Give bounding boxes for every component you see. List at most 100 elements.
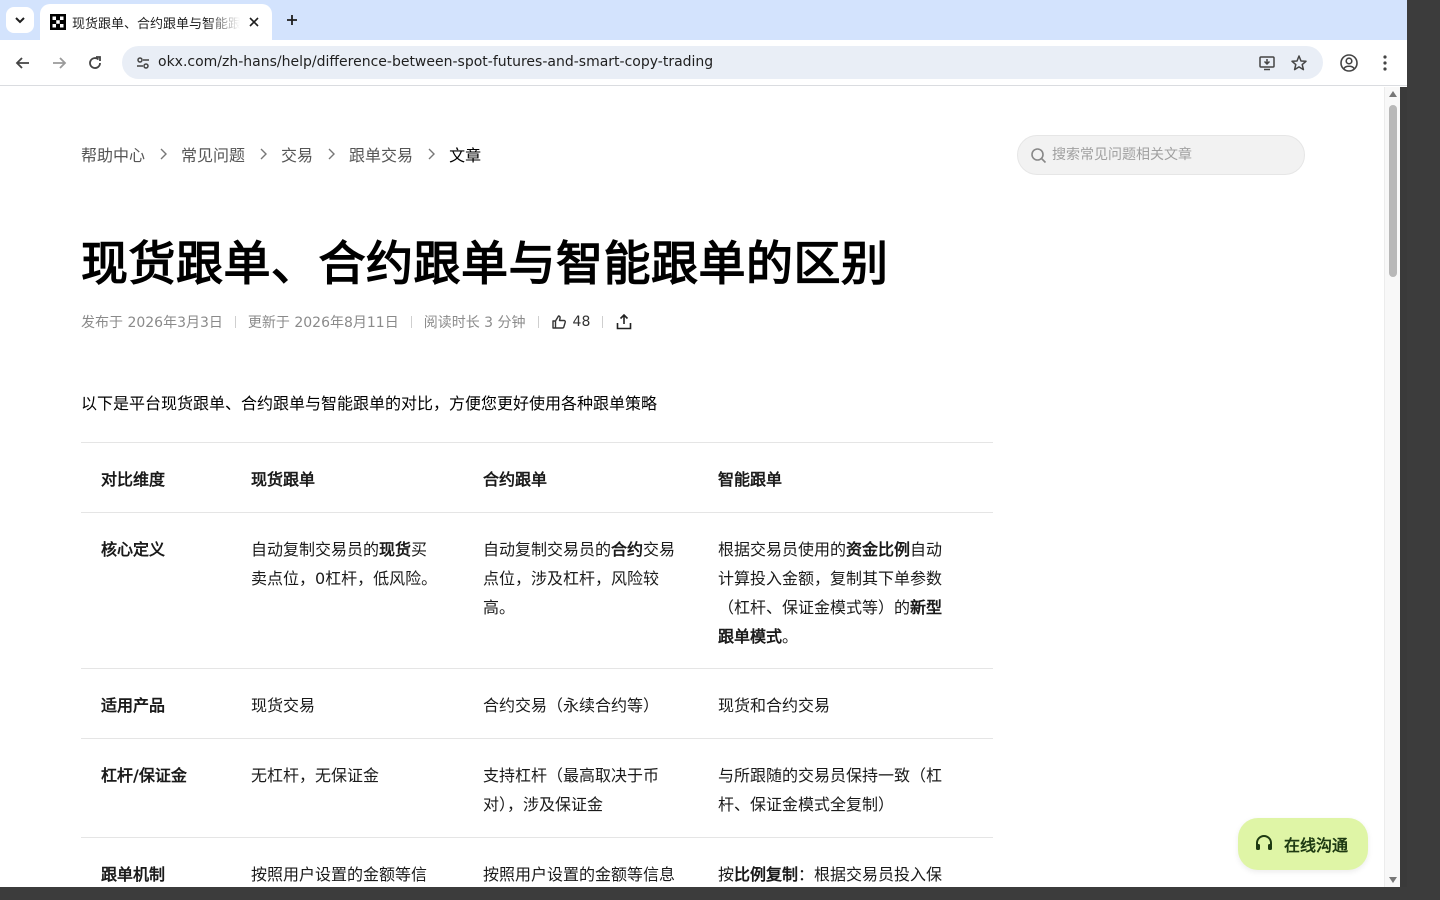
cell-text: 按照用户设置的金额等信 bbox=[251, 865, 428, 884]
scroll-down-arrow-icon[interactable] bbox=[1389, 877, 1397, 883]
smart-cell: 按比例复制：根据交易员投入保证 bbox=[698, 838, 973, 887]
window-edge bbox=[1407, 0, 1440, 900]
table-row: 杠杆/保证金 无杠杆，无保证金 支持杠杆（最高取决于币对），涉及保证金 与所跟随… bbox=[81, 739, 993, 838]
page-title: 现货跟单、合约跟单与智能跟单的区别 bbox=[81, 237, 889, 292]
address-bar[interactable]: okx.com/zh-hans/help/difference-between-… bbox=[122, 46, 1323, 79]
breadcrumb-faq[interactable]: 常见问题 bbox=[181, 142, 245, 166]
table-row: 核心定义 自动复制交易员的现货买卖点位，0杠杆，低风险。 自动复制交易员的合约交… bbox=[81, 513, 993, 669]
profile-button[interactable] bbox=[1335, 49, 1363, 77]
tab-search-button[interactable] bbox=[6, 7, 34, 33]
bold-text: 比例复制 bbox=[734, 865, 799, 884]
chat-label: 在线沟通 bbox=[1284, 836, 1349, 855]
plus-icon bbox=[287, 15, 297, 25]
window-bottom-edge bbox=[0, 887, 1407, 900]
okx-logo-icon bbox=[50, 14, 66, 30]
smart-cell: 根据交易员使用的资金比例自动计算投入金额，复制其下单参数（杠杆、保证金模式等）的… bbox=[698, 513, 973, 668]
smart-cell: 现货和合约交易 bbox=[698, 669, 973, 738]
published-date: 发布于 2026年3月3日 bbox=[81, 315, 223, 331]
smart-cell: 与所跟随的交易员保持一致（杠杆、保证金模式全复制） bbox=[698, 739, 973, 837]
install-app-button[interactable] bbox=[1256, 52, 1278, 74]
row-dimension: 适用产品 bbox=[101, 696, 166, 715]
spot-cell: 按照用户设置的金额等信 bbox=[231, 838, 463, 887]
tab-title: 现货跟单、合约跟单与智能跟单的区别 bbox=[72, 17, 240, 32]
table-row: 跟单机制 按照用户设置的金额等信 按照用户设置的金额等信息 按比例复制：根据交易… bbox=[81, 838, 993, 887]
article-meta: 发布于 2026年3月3日 更新于 2026年8月11日 阅读时长 3 分钟 4… bbox=[81, 310, 633, 334]
star-icon bbox=[1291, 55, 1307, 71]
row-dimension: 杠杆/保证金 bbox=[101, 766, 187, 785]
arrow-left-icon bbox=[15, 57, 29, 69]
browser-chrome: 现货跟单、合约跟单与智能跟单的区别 okx.com/zh-hans/help/d… bbox=[0, 0, 1407, 87]
reload-button[interactable] bbox=[81, 49, 109, 77]
online-chat-button[interactable]: 在线沟通 bbox=[1238, 818, 1368, 870]
forward-button[interactable] bbox=[45, 49, 73, 77]
cell-text: 无杠杆，无保证金 bbox=[251, 766, 380, 785]
cell-text: 按照用户设置的金额等信息 bbox=[483, 865, 676, 884]
like-button[interactable]: 48 bbox=[551, 314, 591, 330]
bold-text: 合约 bbox=[611, 540, 644, 559]
bold-text: 资金比例 bbox=[846, 540, 911, 559]
cell-text: 自动复制交易员的 bbox=[251, 540, 380, 559]
breadcrumb-current: 文章 bbox=[449, 146, 482, 165]
browser-toolbar: okx.com/zh-hans/help/difference-between-… bbox=[0, 40, 1407, 86]
back-button[interactable] bbox=[9, 49, 37, 77]
chevron-right-icon bbox=[427, 148, 436, 160]
table-header-cell: 智能跟单 bbox=[718, 470, 783, 489]
cell-text: 现货交易 bbox=[251, 696, 316, 715]
site-info-button[interactable] bbox=[132, 52, 154, 74]
install-icon bbox=[1259, 56, 1275, 71]
cell-text: 合约交易（永续合约等） bbox=[483, 696, 660, 715]
futures-cell: 自动复制交易员的合约交易点位，涉及杠杆，风险较高。 bbox=[463, 513, 698, 668]
row-dimension: 跟单机制 bbox=[101, 865, 166, 884]
read-time: 阅读时长 3 分钟 bbox=[423, 315, 526, 331]
breadcrumb: 帮助中心 常见问题 交易 跟单交易 文章 bbox=[81, 142, 481, 166]
search-box bbox=[1017, 135, 1305, 175]
active-tab[interactable]: 现货跟单、合约跟单与智能跟单的区别 bbox=[40, 4, 272, 40]
bold-text: 现货 bbox=[379, 540, 412, 559]
breadcrumb-trading[interactable]: 交易 bbox=[281, 142, 313, 166]
table-row: 适用产品 现货交易 合约交易（永续合约等） 现货和合约交易 bbox=[81, 669, 993, 739]
reload-icon bbox=[89, 56, 101, 69]
row-dimension: 核心定义 bbox=[101, 540, 166, 559]
cell-text: 支持杠杆（最高取决于币对），涉及保证金 bbox=[483, 766, 660, 814]
spot-cell: 无杠杆，无保证金 bbox=[231, 739, 463, 837]
cell-text: 按 bbox=[718, 865, 735, 884]
share-icon bbox=[617, 313, 632, 330]
divider bbox=[410, 316, 412, 328]
breadcrumb-copy-trading[interactable]: 跟单交易 bbox=[349, 142, 413, 166]
comparison-table: 对比维度 现货跟单 合约跟单 智能跟单 核心定义 自动复制交易员的现货买卖点位，… bbox=[81, 442, 993, 887]
search-icon bbox=[1031, 148, 1047, 164]
spot-cell: 自动复制交易员的现货买卖点位，0杠杆，低风险。 bbox=[231, 513, 463, 668]
cell-text: 。 bbox=[782, 627, 799, 646]
chevron-down-icon bbox=[15, 17, 25, 24]
arrow-right-icon bbox=[53, 57, 67, 69]
url-text: okx.com/zh-hans/help/difference-between-… bbox=[158, 54, 714, 70]
search-input[interactable] bbox=[1052, 136, 1292, 174]
divider bbox=[537, 316, 539, 328]
breadcrumb-help-center[interactable]: 帮助中心 bbox=[81, 142, 145, 166]
browser-menu-button[interactable] bbox=[1371, 49, 1399, 77]
account-icon bbox=[1340, 54, 1358, 72]
page-scrollbar[interactable] bbox=[1384, 87, 1400, 887]
thumbs-up-icon bbox=[551, 315, 566, 329]
headset-icon bbox=[1256, 835, 1272, 850]
bookmark-button[interactable] bbox=[1288, 52, 1310, 74]
table-header-cell: 现货跟单 bbox=[251, 470, 316, 489]
table-header-cell: 对比维度 bbox=[101, 470, 166, 489]
tune-icon bbox=[137, 57, 149, 69]
chevron-right-icon bbox=[259, 148, 268, 160]
futures-cell: 合约交易（永续合约等） bbox=[463, 669, 698, 738]
cell-text: 与所跟随的交易员保持一致（杠杆、保证金模式全复制） bbox=[718, 766, 943, 814]
scroll-thumb[interactable] bbox=[1389, 105, 1397, 277]
table-header-cell: 合约跟单 bbox=[483, 470, 548, 489]
scroll-up-arrow-icon[interactable] bbox=[1389, 91, 1397, 97]
new-tab-button[interactable] bbox=[280, 8, 304, 32]
article-intro: 以下是平台现货跟单、合约跟单与智能跟单的对比，方便您更好使用各种跟单策略 bbox=[81, 394, 658, 413]
tab-close-button[interactable] bbox=[244, 12, 264, 32]
like-count: 48 bbox=[572, 314, 591, 330]
divider bbox=[234, 316, 236, 328]
futures-cell: 按照用户设置的金额等信息 bbox=[463, 838, 698, 887]
more-vert-icon bbox=[1383, 55, 1387, 71]
share-button[interactable] bbox=[615, 313, 633, 331]
close-icon bbox=[249, 17, 259, 27]
spot-cell: 现货交易 bbox=[231, 669, 463, 738]
